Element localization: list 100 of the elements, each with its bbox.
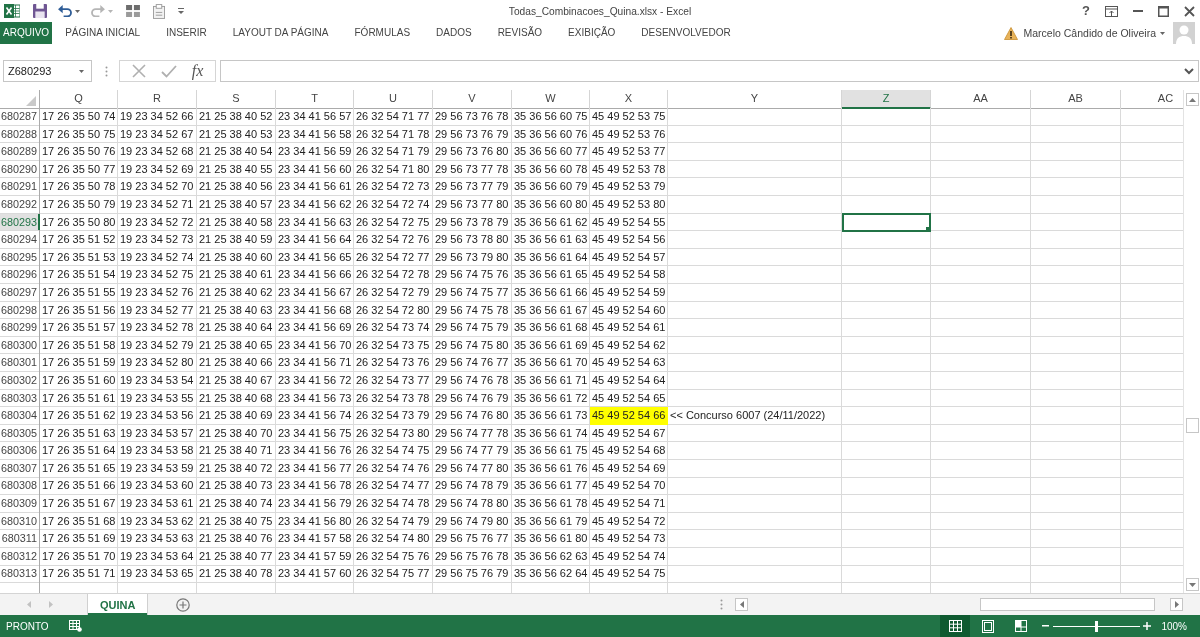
table-cell-text: 29 56 74 75 76: [434, 267, 510, 283]
grid-icon[interactable]: [948, 620, 962, 632]
grid-icon[interactable]: [126, 5, 140, 17]
close-icon[interactable]: [1184, 5, 1195, 17]
check-icon[interactable]: [160, 64, 177, 78]
vertical-dots-icon[interactable]: [105, 65, 108, 77]
table-cell-text: 19 23 34 52 75: [119, 267, 195, 283]
table-cell-text: 23 34 41 56 63: [277, 214, 353, 230]
scroll-down-button[interactable]: [1185, 578, 1199, 591]
name-box-caret-icon[interactable]: [79, 69, 84, 73]
status-text: PRONTO: [5, 620, 49, 632]
table-cell-text: 21 25 38 40 63: [198, 302, 274, 318]
table-cell-text: 17 26 35 51 61: [41, 390, 117, 406]
table-cell-text: 45 49 52 54 58: [591, 267, 667, 283]
table-cell-text: 26 32 54 73 76: [355, 355, 431, 371]
ribbon-tab[interactable]: INSERIR: [153, 22, 220, 44]
zoom-slider-thumb[interactable]: [1095, 620, 1099, 632]
name-box[interactable]: Z680293: [3, 60, 92, 82]
table-cell-text: 21 25 38 40 59: [198, 232, 274, 248]
split-page-icon[interactable]: [1015, 620, 1028, 632]
table-cell-text: 19 23 34 53 64: [119, 548, 195, 564]
row-header: 680289: [0, 144, 38, 160]
ribbon-tab[interactable]: REVISÃO: [484, 22, 556, 44]
undo-caret-icon[interactable]: [75, 9, 80, 13]
table-cell-text: 45 49 52 53 78: [591, 161, 667, 177]
triangle-left-icon[interactable]: [739, 601, 744, 608]
row-header: 680301: [0, 355, 38, 371]
scroll-up-button[interactable]: [1185, 93, 1199, 106]
normal-view-button[interactable]: [940, 615, 971, 637]
table-cell-text: 26 32 54 72 79: [355, 284, 431, 300]
minus-icon[interactable]: [1042, 625, 1050, 627]
ribbon-tab[interactable]: LAYOUT DA PÁGINA: [219, 22, 342, 44]
insert-function-button[interactable]: fx: [191, 62, 204, 80]
table-cell-text: 21 25 38 40 61: [198, 267, 274, 283]
scrollbar-thumb[interactable]: [980, 598, 1155, 611]
table-cell-text: 29 56 73 76 78: [434, 109, 510, 124]
table-cell-text: 29 56 73 77 79: [434, 179, 510, 195]
user-caret-icon[interactable]: [1160, 31, 1165, 35]
table-cell-text: 19 23 34 53 56: [119, 408, 195, 424]
scroll-left-button[interactable]: [735, 598, 748, 611]
spreadsheet-logo-icon[interactable]: [4, 3, 20, 19]
zoom-level[interactable]: 100%: [1161, 620, 1187, 632]
table-cell-text: 35 36 56 61 67: [513, 302, 589, 318]
ribbon-tab[interactable]: DADOS: [423, 22, 485, 44]
table-cell-text: 45 49 52 54 69: [591, 460, 667, 476]
plus-icon[interactable]: [1143, 622, 1152, 630]
table-cell-text: 26 32 54 73 78: [355, 390, 431, 406]
table-cell-text: 23 34 41 56 65: [277, 249, 353, 265]
table-cell-text: 29 56 73 76 79: [434, 126, 510, 142]
table-cell-text: 19 23 34 52 67: [119, 126, 195, 142]
table-cell-text: 26 32 54 74 79: [355, 513, 431, 529]
row-header: 680293: [0, 213, 40, 231]
table-cell-text: 29 56 74 77 80: [434, 460, 510, 476]
table-cell-text: 26 32 54 72 75: [355, 214, 431, 230]
table-cell-text: 17 26 35 51 60: [41, 372, 117, 388]
fill-handle-icon[interactable]: [926, 226, 931, 232]
scrollbar-thumb[interactable]: [1185, 418, 1199, 433]
vertical-dots-icon[interactable]: [720, 599, 723, 610]
table-cell-text: 23 34 41 56 68: [277, 302, 353, 318]
maximize-icon[interactable]: [1158, 5, 1169, 17]
formula-input[interactable]: [220, 60, 1199, 82]
chevron-down-icon[interactable]: [1184, 67, 1194, 75]
ribbon-tab[interactable]: FÓRMULAS: [341, 22, 424, 44]
user-name[interactable]: Marcelo Cândido de Oliveira: [1023, 27, 1156, 39]
table-cell-text: 21 25 38 40 54: [198, 144, 274, 160]
table-cell-text: 23 34 41 56 67: [277, 284, 353, 300]
table-cell-text: 35 36 56 61 78: [513, 496, 589, 512]
table-cell-text: 23 34 41 56 60: [277, 161, 353, 177]
file-tab[interactable]: ARQUIVO: [0, 22, 53, 44]
table-cell-text: 45 49 52 54 75: [591, 566, 667, 582]
plus-circle-icon[interactable]: [176, 597, 191, 612]
table-cell-text: 45 49 52 54 62: [591, 337, 667, 353]
table-cell-text: 45 49 52 54 64: [591, 372, 667, 388]
table-cell-text: 29 56 74 79 80: [434, 513, 510, 529]
table-cell-text: 23 34 41 56 80: [277, 513, 353, 529]
scroll-right-button[interactable]: [1170, 598, 1183, 611]
table-cell-text: 35 36 56 61 71: [513, 372, 589, 388]
clipboard-icon[interactable]: [153, 3, 165, 19]
triangle-up-icon[interactable]: [1188, 97, 1196, 102]
sheet-tab[interactable]: QUINA: [87, 594, 149, 615]
table-cell: 45 49 52 54 66: [590, 407, 668, 425]
undo-icon[interactable]: [58, 5, 72, 17]
page-icon[interactable]: [982, 619, 995, 633]
row-header: 680288: [0, 126, 38, 142]
table-cell-text: 45 49 52 54 72: [591, 513, 667, 529]
triangle-down-icon[interactable]: [1188, 582, 1196, 587]
table-cell-text: 35 36 56 60 75: [513, 109, 589, 124]
table-cell-text: 26 32 54 74 77: [355, 478, 431, 494]
help-button[interactable]: ?: [1082, 3, 1090, 19]
ribbon-display-icon[interactable]: [1105, 5, 1118, 17]
ribbon-tab[interactable]: EXIBIÇÃO: [555, 22, 629, 44]
triangle-right-icon[interactable]: [1174, 601, 1179, 608]
ribbon-tab[interactable]: DESENVOLVEDOR: [628, 22, 744, 44]
warning-icon[interactable]: [1003, 26, 1018, 40]
save-icon[interactable]: [33, 4, 47, 18]
customize-dropdown-icon[interactable]: [178, 8, 184, 14]
table-cell-text: 23 34 41 56 78: [277, 478, 353, 494]
table-icon[interactable]: [68, 620, 82, 632]
ribbon-tab[interactable]: PÁGINA INICIAL: [52, 22, 154, 44]
selected-cell[interactable]: [842, 212, 931, 232]
